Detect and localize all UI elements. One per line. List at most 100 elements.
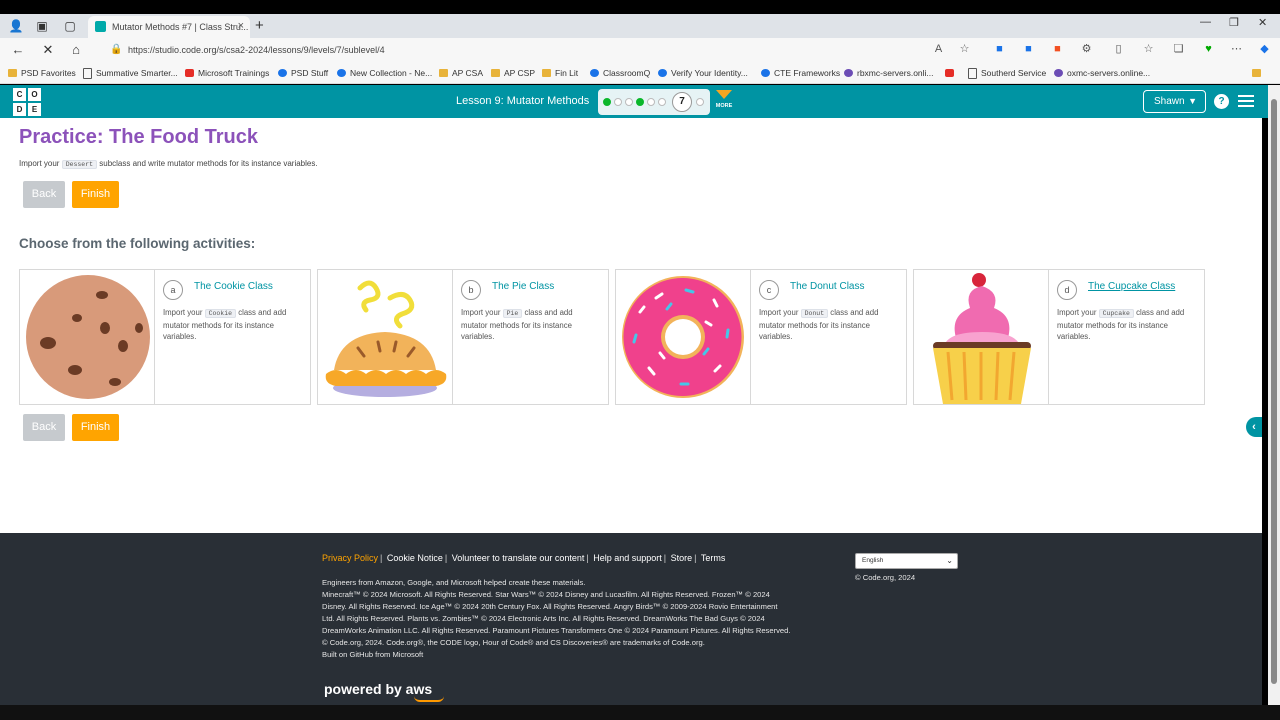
desc-code: Dessert [61,160,98,169]
help-icon[interactable]: ? [1214,94,1229,109]
desc-text: Import your [163,308,203,317]
new-tab-icon[interactable]: + [255,17,264,34]
logo-letter: O [28,88,41,101]
level-dot[interactable] [625,98,633,106]
legal-line: Minecraft™ © 2024 Microsoft. All Rights … [322,590,791,635]
bookmark-item[interactable]: CTE Frameworks [761,66,840,80]
level-dot[interactable] [603,98,611,106]
bookmark-item[interactable]: PSD Favorites [8,66,76,80]
cookie-notice-link[interactable]: Cookie Notice [387,553,443,563]
stop-loading-icon[interactable]: ✕ [40,42,56,58]
activity-title-link[interactable]: The Cupcake Class [1088,281,1175,292]
hamburger-menu-icon[interactable] [1238,95,1254,107]
bookmark-item[interactable]: AP CSA [439,66,483,80]
favorites-icon[interactable]: ☆ [1142,43,1155,56]
activity-title-link[interactable]: The Cookie Class [194,281,273,292]
workspaces-icon[interactable]: ▣ [34,18,50,34]
bookmark-item[interactable]: Summative Smarter... [83,66,178,80]
back-button-bottom[interactable]: Back [23,414,65,441]
read-aloud-icon[interactable]: A [932,43,945,56]
youtube-bookmark-icon[interactable] [945,66,955,80]
user-menu-button[interactable]: Shawn ▼ [1143,90,1206,113]
browser-tabbar: 👤 ▣ ▢ Mutator Methods #7 | Class Stru...… [0,14,1280,38]
help-support-link[interactable]: Help and support [593,553,662,563]
home-icon[interactable]: ⌂ [68,42,84,58]
activity-title-link[interactable]: The Donut Class [790,281,864,292]
extension-icon[interactable]: ■ [1022,43,1035,56]
bookmark-item[interactable]: Fin Lit [542,66,578,80]
finish-button-bottom[interactable]: Finish [72,414,119,441]
tab-actions-icon[interactable]: ▢ [62,18,78,34]
extensions-puzzle-icon[interactable]: ⚙ [1080,43,1093,56]
activity-description: Import your Cupcake class and add mutato… [1057,307,1193,343]
bookmark-item[interactable]: New Collection - Ne... [337,66,432,80]
activity-description: Import your Cookie class and add mutator… [163,307,299,343]
bookmark-item[interactable]: AP CSP [491,66,535,80]
bookmark-item[interactable]: rbxmc-servers.onli... [844,66,934,80]
minimize-icon[interactable]: — [1200,16,1211,28]
logo-letter: E [28,103,41,116]
store-link[interactable]: Store [671,553,693,563]
level-dot[interactable] [636,98,644,106]
collections-icon[interactable]: ❏ [1172,43,1185,56]
address-bar[interactable]: 🔒 https://studio.code.org/s/csa2-2024/le… [100,40,980,60]
desc-code: Donut [800,309,829,318]
close-tab-icon[interactable]: × [238,20,244,32]
scrollbar-thumb[interactable] [1271,99,1277,684]
terms-link[interactable]: Terms [701,553,726,563]
activity-description: Import your Donut class and add mutator … [759,307,895,343]
bookmark-item[interactable]: oxmc-servers.online... [1054,66,1150,80]
chevron-left-icon[interactable]: ‹ [1246,417,1262,437]
logo-letter: C [13,88,26,101]
bookmark-item[interactable]: PSD Stuff [278,66,328,80]
bookmarks-bar: PSD Favorites Summative Smarter... Micro… [0,62,1280,84]
page-scrollbar[interactable] [1268,85,1280,705]
activity-card-cookie[interactable]: a The Cookie Class Import your Cookie cl… [19,269,311,405]
level-dot[interactable] [658,98,666,106]
back-arrow-icon[interactable]: ← [10,42,26,58]
profile-icon[interactable]: 👤 [8,18,24,34]
back-button[interactable]: Back [23,181,65,208]
language-select[interactable]: English ⌄ [855,553,958,569]
current-level-bubble[interactable]: 7 [672,92,692,112]
desc-text: Import your [19,159,60,168]
lesson-title[interactable]: Lesson 9: Mutator Methods [456,95,589,107]
privacy-policy-link[interactable]: Privacy Policy [322,553,378,563]
footer-links: Privacy Policy | Cookie Notice | Volunteer… [322,553,726,563]
bookmark-item[interactable]: Southerd Service [968,66,1046,80]
legal-line: © Code.org, 2024. Code.org®, the CODE lo… [322,638,705,647]
desc-code: Pie [502,309,523,318]
browser-navbar: ← ✕ ⌂ 🔒 https://studio.code.org/s/csa2-2… [0,38,1280,62]
activity-card-cupcake[interactable]: d The Cupcake Class Import your Cupcake … [913,269,1205,405]
more-menu-icon[interactable]: ⋯ [1230,43,1243,56]
legal-line: Built on GitHub from Microsoft [322,650,424,659]
microsoft-icon[interactable]: ■ [1051,43,1064,56]
copilot-icon[interactable]: ◆ [1258,43,1271,56]
desc-text: Import your [759,308,799,317]
level-dot[interactable] [614,98,622,106]
legal-text: Engineers from Amazon, Google, and Micro… [322,577,792,661]
codeorg-logo[interactable]: C O D E [13,88,41,116]
level-dot[interactable] [696,98,704,106]
footer-copyright: © Code.org, 2024 [855,573,916,582]
browser-tab-active[interactable]: Mutator Methods #7 | Class Stru... × [88,16,250,38]
activity-card-pie[interactable]: b The Pie Class Import your Pie class an… [317,269,609,405]
level-dot[interactable] [647,98,655,106]
translate-link[interactable]: Volunteer to translate our content [452,553,585,563]
restore-icon[interactable]: ❐ [1229,16,1239,29]
activity-title-link[interactable]: The Pie Class [492,281,554,292]
bookmark-item[interactable]: Verify Your Identity... [658,66,748,80]
more-levels-button[interactable]: MORE [714,90,734,109]
favorite-star-icon[interactable]: ☆ [958,43,971,56]
split-screen-icon[interactable]: ▯ [1112,43,1125,56]
bookmark-item[interactable]: Microsoft Trainings [185,66,269,80]
finish-button[interactable]: Finish [72,181,119,208]
browser-essentials-icon[interactable]: ♥ [1202,43,1215,56]
desc-text: Import your [461,308,501,317]
bookmarks-overflow-icon[interactable]: › [1252,66,1261,80]
close-window-icon[interactable]: ✕ [1258,16,1267,29]
powered-by-aws-logo[interactable]: powered by aws [324,681,444,702]
bookmark-item[interactable]: ClassroomQ [590,66,650,80]
extension-icon[interactable]: ■ [993,43,1006,56]
activity-card-donut[interactable]: c The Donut Class Import your Donut clas… [615,269,907,405]
